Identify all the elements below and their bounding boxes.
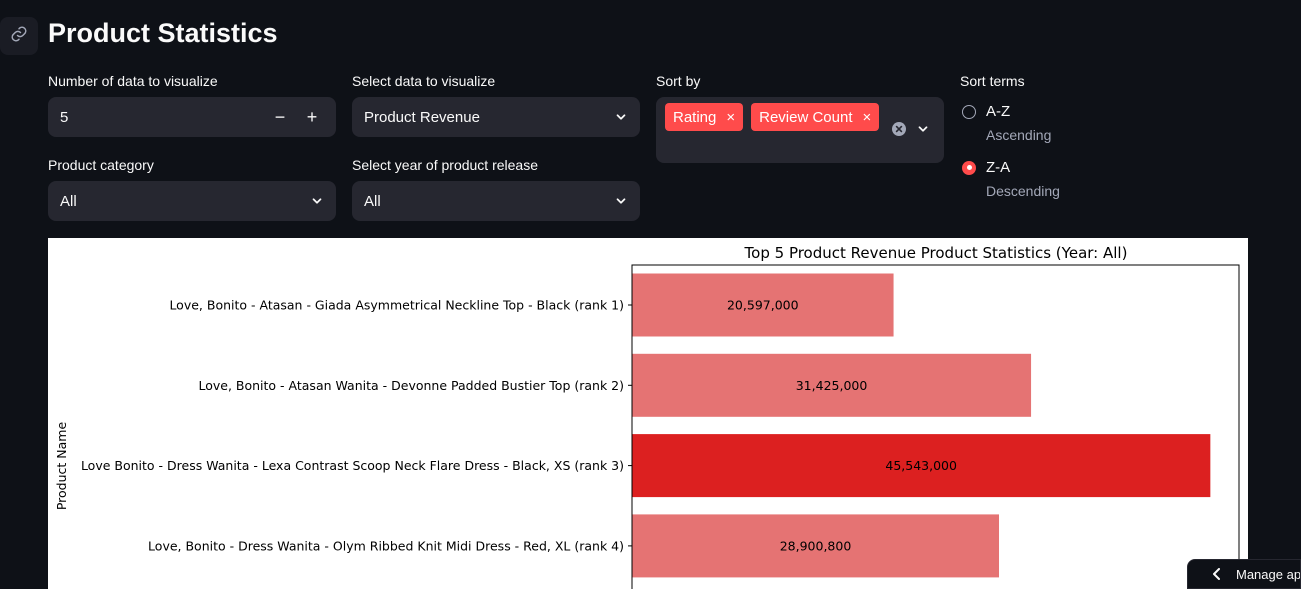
radio-option-az[interactable]: A-Z <box>962 103 1010 120</box>
chart-title: Top 5 Product Revenue Product Statistics… <box>744 244 1128 262</box>
sort-tag-rating[interactable]: Rating × <box>665 103 744 131</box>
chart-container: Top 5 Product Revenue Product Statistics… <box>48 238 1248 589</box>
chevron-left-icon <box>1212 568 1222 580</box>
link-icon <box>10 25 28 48</box>
bar-value-label: 28,900,800 <box>780 538 852 553</box>
page-title: Product Statistics <box>48 18 278 48</box>
manage-app-label: Manage app <box>1236 566 1301 582</box>
chevron-down-icon <box>614 110 628 124</box>
num-data-input[interactable]: 5 − + <box>48 97 336 137</box>
radio-caption: Ascending <box>986 127 1052 143</box>
category-value: All <box>60 192 77 210</box>
year-value: All <box>364 192 381 210</box>
y-tick-label: Love Bonito - Dress Wanita - Lexa Contra… <box>81 458 624 473</box>
y-tick-label: Love, Bonito - Dress Wanita - Olym Ribbe… <box>148 538 624 553</box>
manage-app-button[interactable]: Manage app <box>1187 559 1301 589</box>
decrement-button[interactable]: − <box>268 107 292 128</box>
select-data-label: Select data to visualize <box>352 73 496 89</box>
remove-tag-icon[interactable]: × <box>726 109 735 126</box>
clear-all-icon[interactable] <box>892 122 906 136</box>
radio-option-za[interactable]: Z-A <box>962 159 1010 176</box>
y-tick-label: Love, Bonito - Atasan - Giada Asymmetric… <box>169 298 624 313</box>
y-tick-label: Love, Bonito - Atasan Wanita - Devonne P… <box>198 378 624 393</box>
tag-label: Rating <box>673 108 717 126</box>
bar-value-label: 45,543,000 <box>885 458 957 473</box>
sort-by-multiselect[interactable]: Rating × Review Count × <box>656 97 944 163</box>
tag-label: Review Count <box>759 108 853 126</box>
select-data-dropdown[interactable]: Product Revenue <box>352 97 640 137</box>
num-data-label: Number of data to visualize <box>48 73 218 89</box>
radio-label: Z-A <box>986 159 1011 176</box>
year-dropdown[interactable]: All <box>352 181 640 221</box>
bar-value-label: 20,597,000 <box>727 298 799 313</box>
increment-button[interactable]: + <box>300 107 324 128</box>
chevron-down-icon <box>310 194 324 208</box>
remove-tag-icon[interactable]: × <box>863 109 872 126</box>
radio-checked-icon[interactable] <box>962 160 976 175</box>
radio-unchecked-icon[interactable] <box>962 104 976 119</box>
sort-by-label: Sort by <box>656 73 701 89</box>
select-data-value: Product Revenue <box>364 108 480 126</box>
category-label: Product category <box>48 157 154 173</box>
link-button[interactable] <box>0 17 38 55</box>
chart-ylabel: Product Name <box>54 422 69 511</box>
num-data-value[interactable]: 5 <box>60 109 268 126</box>
category-dropdown[interactable]: All <box>48 181 336 221</box>
year-label: Select year of product release <box>352 157 538 173</box>
chevron-down-icon[interactable] <box>916 122 930 136</box>
sort-terms-label: Sort terms <box>960 73 1025 89</box>
bar-chart: Top 5 Product Revenue Product Statistics… <box>54 244 1240 589</box>
chevron-down-icon <box>614 194 628 208</box>
sort-tag-review-count[interactable]: Review Count × <box>751 103 880 131</box>
radio-label: A-Z <box>986 103 1011 120</box>
bar-value-label: 31,425,000 <box>796 378 868 393</box>
radio-caption: Descending <box>986 183 1060 199</box>
